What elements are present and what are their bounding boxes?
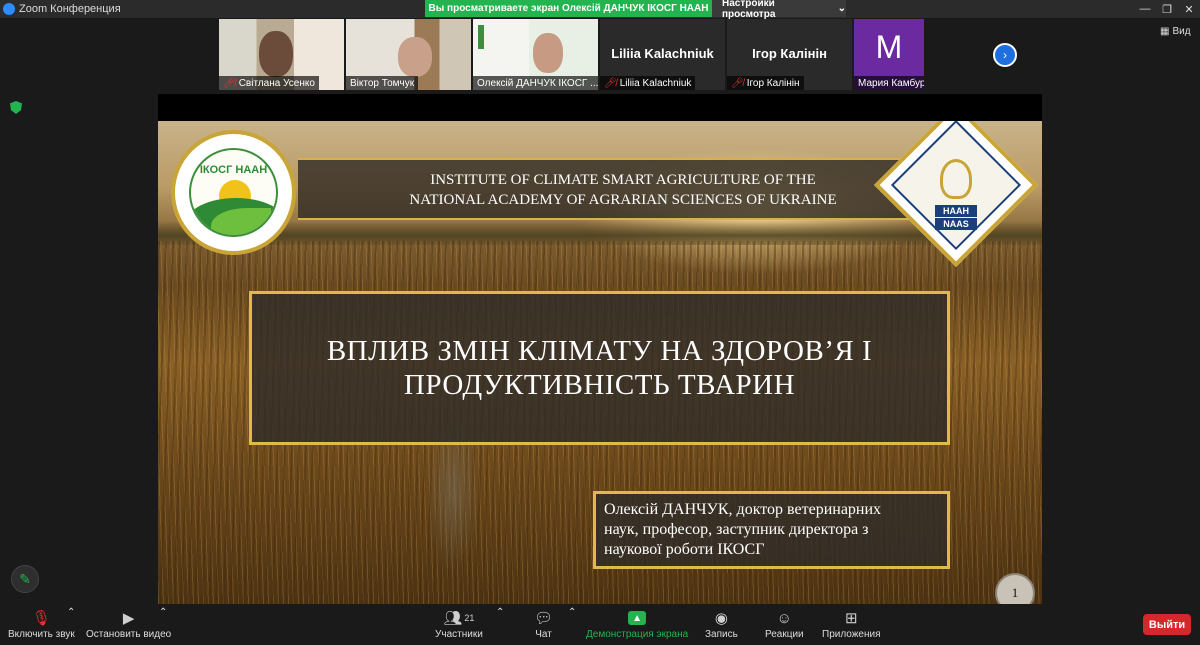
participant-name: Ігор Калінін xyxy=(746,77,800,89)
reactions-icon: ☺︎ xyxy=(776,609,792,627)
shield-icon[interactable] xyxy=(10,101,22,114)
mic-muted-icon: 🎤︎̸ xyxy=(604,77,617,89)
naas-logo-text: НААН NAAS xyxy=(935,205,977,230)
slide-title-line1: ВПЛИВ ЗМІН КЛІМАТУ НА ЗДОРОВ’Я І xyxy=(326,335,873,367)
annotate-pencil-icon[interactable]: ✎ xyxy=(11,565,39,593)
apps-button[interactable]: ⊞ Приложения xyxy=(822,607,881,640)
maximize-icon[interactable]: ❐ xyxy=(1156,3,1178,16)
presentation-slide: INSTITUTE OF CLIMATE SMART AGRICULTURE O… xyxy=(158,121,1042,604)
ikosg-logo-emblem: ІКОСГ НААН xyxy=(189,148,278,237)
audio-options-caret-icon[interactable]: ⌃ xyxy=(67,607,75,618)
participant-name: Світлана Усенко xyxy=(238,77,315,89)
ikosg-logo: ІКОСГ НААН xyxy=(171,130,296,255)
video-camera-icon: ▶︎ xyxy=(122,610,135,627)
grid-icon: ▦ xyxy=(1160,26,1170,37)
institute-name-line1: INSTITUTE OF CLIMATE SMART AGRICULTURE O… xyxy=(430,172,816,188)
stop-video-label: Остановить видео xyxy=(86,629,172,640)
share-screen-button[interactable]: ▲ Демонстрация экрана xyxy=(586,607,688,640)
author-box: Олексій ДАНЧУК, доктор ветеринарних наук… xyxy=(593,491,950,569)
unmute-button[interactable]: 🎙︎ Включить звук xyxy=(8,607,75,640)
leave-button[interactable]: Выйти xyxy=(1143,614,1191,635)
naas-logo-line2: NAAS xyxy=(935,218,977,230)
mic-muted-icon: 🎙︎ xyxy=(31,610,51,627)
record-button[interactable]: ◉ Запись xyxy=(705,607,738,640)
participant-big-name: Liliia Kalachniuk xyxy=(611,46,714,61)
apps-icon: ⊞ xyxy=(844,610,858,627)
chat-label: Чат xyxy=(535,629,552,640)
participant-name-tag: Олексій ДАНЧУК ІКОСГ ... xyxy=(473,76,598,90)
reactions-label: Реакции xyxy=(765,629,804,640)
chat-button[interactable]: 💬︎ Чат xyxy=(534,607,553,640)
institute-logo-icon xyxy=(478,25,522,49)
institute-banner: INSTITUTE OF CLIMATE SMART AGRICULTURE O… xyxy=(298,158,922,220)
share-screen-icon: ▲ xyxy=(628,611,647,625)
unmute-label: Включить звук xyxy=(8,629,75,640)
next-page-arrow-icon[interactable]: › xyxy=(993,43,1017,67)
avatar: M xyxy=(875,29,903,65)
video-options-caret-icon[interactable]: ⌃ xyxy=(159,607,167,618)
author-line2: наук, професор, заступник директора з xyxy=(604,521,869,538)
slide-title-line2: ПРОДУКТИВНІСТЬ ТВАРИН xyxy=(403,369,796,401)
participant-silhouette xyxy=(259,31,293,77)
wheat-wreath-icon xyxy=(940,159,972,199)
chat-options-caret-icon[interactable]: ⌃ xyxy=(568,607,576,618)
view-button-label: Вид xyxy=(1172,26,1191,37)
participant-name: Віктор Томчук xyxy=(350,77,415,89)
window-controls: — ❐ ✕ xyxy=(1134,0,1200,18)
participants-icon: 👥︎ 21 xyxy=(443,610,475,627)
minimize-icon[interactable]: — xyxy=(1134,3,1156,15)
slide-title-box: ВПЛИВ ЗМІН КЛІМАТУ НА ЗДОРОВ’Я І ПРОДУКТ… xyxy=(249,291,950,445)
mic-muted-icon: 🎤︎̸ xyxy=(731,77,744,89)
participant-strip: 🎤︎̸ Світлана Усенко Віктор Томчук Олексі… xyxy=(219,19,924,90)
mic-muted-icon: 🎤︎̸ xyxy=(223,77,236,89)
participant-name: Олексій ДАНЧУК ІКОСГ ... xyxy=(477,77,598,89)
share-screen-label: Демонстрация экрана xyxy=(586,629,689,640)
participant-name-tag: Мария Камбур xyxy=(854,76,924,90)
view-options-label: Настройки просмотра xyxy=(722,0,776,20)
participants-button[interactable]: 👥︎ 21 Участники xyxy=(435,607,483,640)
participants-count: 21 xyxy=(464,613,475,623)
apps-label: Приложения xyxy=(822,629,881,640)
chat-icon: 💬︎ xyxy=(534,610,554,627)
meeting-toolbar: 🎙︎ Включить звук ⌃ ▶︎ Остановить видео ⌃… xyxy=(0,605,1200,645)
reactions-button[interactable]: ☺︎ Реакции xyxy=(765,607,804,641)
chevron-down-icon: ⌄ xyxy=(837,3,846,14)
ikosg-logo-title: ІКОСГ НААН xyxy=(199,164,268,176)
naas-logo-line1: НААН xyxy=(935,205,977,217)
participant-name-tag: 🎤︎̸ Світлана Усенко xyxy=(219,76,319,90)
close-icon[interactable]: ✕ xyxy=(1178,3,1200,16)
participant-silhouette xyxy=(398,37,432,77)
participant-tile[interactable]: M Мария Камбур xyxy=(854,19,924,90)
participant-name-tag: 🎤︎̸ Liliia Kalachniuk xyxy=(600,76,696,90)
participant-big-name: Ігор Калінін xyxy=(752,46,827,61)
record-icon: ◉ xyxy=(714,610,728,627)
participant-silhouette xyxy=(533,33,563,73)
participant-name: Liliia Kalachniuk xyxy=(619,77,692,89)
zoom-logo-icon xyxy=(3,3,15,15)
participants-options-caret-icon[interactable]: ⌃ xyxy=(496,607,504,618)
institute-name: INSTITUTE OF CLIMATE SMART AGRICULTURE O… xyxy=(348,170,898,210)
window-title: Zoom Конференция xyxy=(19,3,121,15)
author-text: Олексій ДАНЧУК, доктор ветеринарних наук… xyxy=(604,500,939,560)
participants-label: Участники xyxy=(435,629,483,640)
participant-tile[interactable]: 🎤︎̸ Світлана Усенко xyxy=(219,19,344,90)
screen-share-banner: Вы просматриваете экран Олексій ДАНЧУК І… xyxy=(425,0,712,17)
record-label: Запись xyxy=(705,629,738,640)
participant-name-tag: 🎤︎̸ Ігор Калінін xyxy=(727,76,804,90)
view-options-button[interactable]: Настройки просмотра ⌄ xyxy=(712,0,846,20)
slide-title: ВПЛИВ ЗМІН КЛІМАТУ НА ЗДОРОВ’Я І ПРОДУКТ… xyxy=(327,334,872,402)
participant-tile[interactable]: Liliia Kalachniuk 🎤︎̸ Liliia Kalachniuk xyxy=(600,19,725,90)
author-line3: наукової роботи ІКОСГ xyxy=(604,541,765,558)
participant-tile[interactable]: Олексій ДАНЧУК ІКОСГ ... xyxy=(473,19,598,90)
participant-name: Мария Камбур xyxy=(858,77,924,89)
author-line1: Олексій ДАНЧУК, доктор ветеринарних xyxy=(604,501,882,518)
view-button[interactable]: ▦ Вид xyxy=(1160,26,1191,37)
participant-tile[interactable]: Ігор Калінін 🎤︎̸ Ігор Калінін xyxy=(727,19,852,90)
participant-tile[interactable]: Віктор Томчук xyxy=(346,19,471,90)
shared-screen: INSTITUTE OF CLIMATE SMART AGRICULTURE O… xyxy=(158,94,1042,604)
institute-name-line2: NATIONAL ACADEMY OF AGRARIAN SCIENCES OF… xyxy=(409,192,837,208)
participant-name-tag: Віктор Томчук xyxy=(346,76,419,90)
